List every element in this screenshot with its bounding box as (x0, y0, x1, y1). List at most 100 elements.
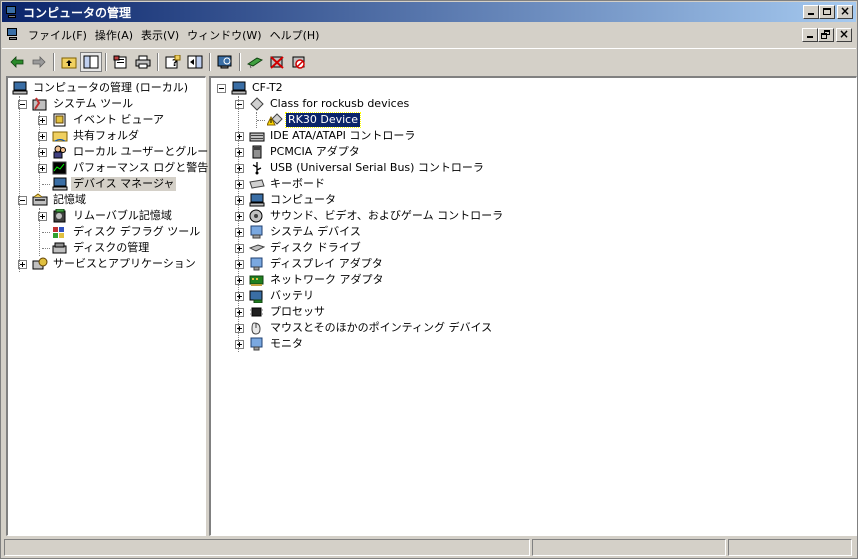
expand-icon[interactable] (235, 196, 244, 205)
collapse-icon[interactable] (235, 100, 244, 109)
menu-action[interactable]: 操作(A) (95, 27, 141, 43)
expand-icon[interactable] (235, 276, 244, 285)
status-cell-1 (4, 539, 530, 556)
window-title: コンピュータの管理 (23, 5, 132, 20)
minimize-button[interactable] (803, 5, 819, 19)
main-window: コンピュータの管理 × ファイル(F) 操作(A) 表示(V) ウィンドウ(W)… (0, 0, 858, 559)
tree-item-label[interactable]: ローカル ユーザーとグループ (71, 145, 221, 159)
up-level-button[interactable] (58, 52, 80, 72)
expand-icon[interactable] (235, 228, 244, 237)
up-folder-icon (61, 57, 77, 68)
tree-item-label[interactable]: 共有フォルダ (71, 129, 141, 143)
console-tree-pane[interactable]: コンピュータの管理 (ローカル) システム ツールイベント ビューア 共有フォルダロ… (6, 76, 219, 536)
menu-help[interactable]: ヘルプ(H) (270, 27, 328, 43)
storage-icon (32, 193, 48, 207)
tree-item-label[interactable]: サウンド、ビデオ、およびゲーム コントローラ (268, 209, 505, 223)
tree-item-label[interactable]: コンピュータ (268, 193, 338, 207)
menu-window[interactable]: ウィンドウ(W) (187, 27, 269, 43)
expand-icon[interactable] (235, 148, 244, 157)
tree-item-label[interactable]: システム デバイス (268, 225, 363, 239)
tree-item-label[interactable]: CF-T2 (250, 81, 285, 95)
expand-icon[interactable] (235, 164, 244, 173)
scan-hardware-button[interactable] (214, 52, 236, 72)
expand-icon[interactable] (235, 180, 244, 189)
expand-icon[interactable] (235, 340, 244, 349)
uninstall-button[interactable] (266, 52, 288, 72)
close-icon: × (839, 4, 851, 18)
tree-item-label[interactable]: デバイス マネージャ (71, 177, 177, 191)
print-button[interactable] (132, 52, 154, 72)
tree-item-label[interactable]: マウスとそのほかのポインティング デバイス (268, 321, 494, 335)
disk-management-icon (52, 241, 68, 255)
expand-icon[interactable] (235, 244, 244, 253)
menu-bar: ファイル(F) 操作(A) 表示(V) ウィンドウ(W) ヘルプ(H) × (2, 24, 856, 46)
tree-item-label[interactable]: ディスクの管理 (71, 241, 151, 255)
defrag-icon (52, 225, 68, 239)
document-window-icon[interactable] (6, 28, 22, 42)
removable-storage-icon (52, 208, 68, 223)
minimize-icon (807, 36, 813, 38)
tree-item-label[interactable]: プロセッサ (268, 305, 327, 319)
shared-folder-icon (52, 129, 68, 143)
scan-hardware-icon (217, 55, 232, 68)
show-hide-tree-button[interactable] (80, 51, 102, 72)
tools-icon (32, 97, 48, 111)
expand-icon[interactable] (235, 132, 244, 141)
title-bar[interactable]: コンピュータの管理 × (2, 2, 856, 22)
collapse-icon[interactable] (217, 84, 226, 93)
tree-item-label[interactable]: キーボード (268, 177, 327, 191)
expand-icon[interactable] (235, 324, 244, 333)
tree-item-label[interactable]: サービスとアプリケーション (51, 257, 198, 271)
child-close-button[interactable]: × (836, 27, 852, 42)
sound-icon (249, 209, 265, 223)
system-device-icon (249, 225, 265, 239)
tree-item-label[interactable]: ディスプレイ アダプタ (268, 257, 385, 271)
forward-button[interactable] (28, 52, 50, 72)
expand-icon[interactable] (235, 308, 244, 317)
close-button[interactable]: × (837, 4, 853, 19)
tree-item-label[interactable]: USB (Universal Serial Bus) コントローラ (268, 161, 486, 175)
uninstall-icon (270, 55, 284, 69)
maximize-button[interactable] (819, 5, 835, 19)
expand-icon[interactable] (235, 212, 244, 221)
update-driver-button[interactable] (244, 52, 266, 72)
close-icon: × (838, 27, 850, 41)
properties-button[interactable] (110, 52, 132, 72)
help-icon: ? (165, 54, 181, 69)
action-pane-button[interactable] (184, 52, 206, 72)
menu-view[interactable]: 表示(V) (141, 27, 187, 43)
expand-icon[interactable] (235, 292, 244, 301)
device-manager-pane[interactable]: CF-T2 Class for rockusb devices RK30 Devic… (209, 76, 857, 536)
tree-item-label[interactable]: PCMCIA アダプタ (268, 145, 362, 159)
menu-file[interactable]: ファイル(F) (28, 27, 95, 43)
computer-icon (231, 81, 247, 95)
tree-item-label[interactable]: RK30 Device (285, 112, 361, 128)
tree-item-label[interactable]: モニタ (268, 337, 305, 351)
tree-item-label[interactable]: IDE ATA/ATAPI コントローラ (268, 129, 417, 143)
computer-management-icon (5, 6, 19, 18)
back-button[interactable] (6, 52, 28, 72)
help-button[interactable]: ? (162, 52, 184, 72)
users-icon (52, 145, 68, 159)
pcmcia-icon (249, 145, 265, 159)
tree-item-label[interactable]: 記憶域 (51, 193, 88, 207)
update-driver-icon (247, 56, 263, 68)
expand-icon[interactable] (235, 260, 244, 269)
tree-item-label[interactable]: パフォーマンス ログと警告 (71, 161, 210, 175)
tree-item-label[interactable]: リムーバブル記憶域 (71, 209, 174, 223)
tree-item-label[interactable]: バッテリ (268, 289, 316, 303)
performance-icon (52, 161, 68, 175)
tree-item-label[interactable]: ネットワーク アダプタ (268, 273, 386, 287)
tree-item-label[interactable]: システム ツール (51, 97, 135, 111)
tree-item-label[interactable]: コンピュータの管理 (ローカル) (31, 81, 190, 95)
tree-item-label[interactable]: ディスク ドライブ (268, 241, 363, 255)
tree-item-label[interactable]: イベント ビューア (71, 113, 166, 127)
disable-button[interactable] (288, 52, 310, 72)
tree-item-label[interactable]: ディスク デフラグ ツール (71, 225, 202, 239)
tree-item-label[interactable]: Class for rockusb devices (268, 97, 411, 111)
child-restore-button[interactable] (818, 28, 834, 42)
child-minimize-button[interactable] (802, 28, 818, 42)
display-adapter-icon (249, 257, 265, 271)
monitor-icon (249, 337, 265, 351)
ide-controller-icon (249, 129, 265, 143)
